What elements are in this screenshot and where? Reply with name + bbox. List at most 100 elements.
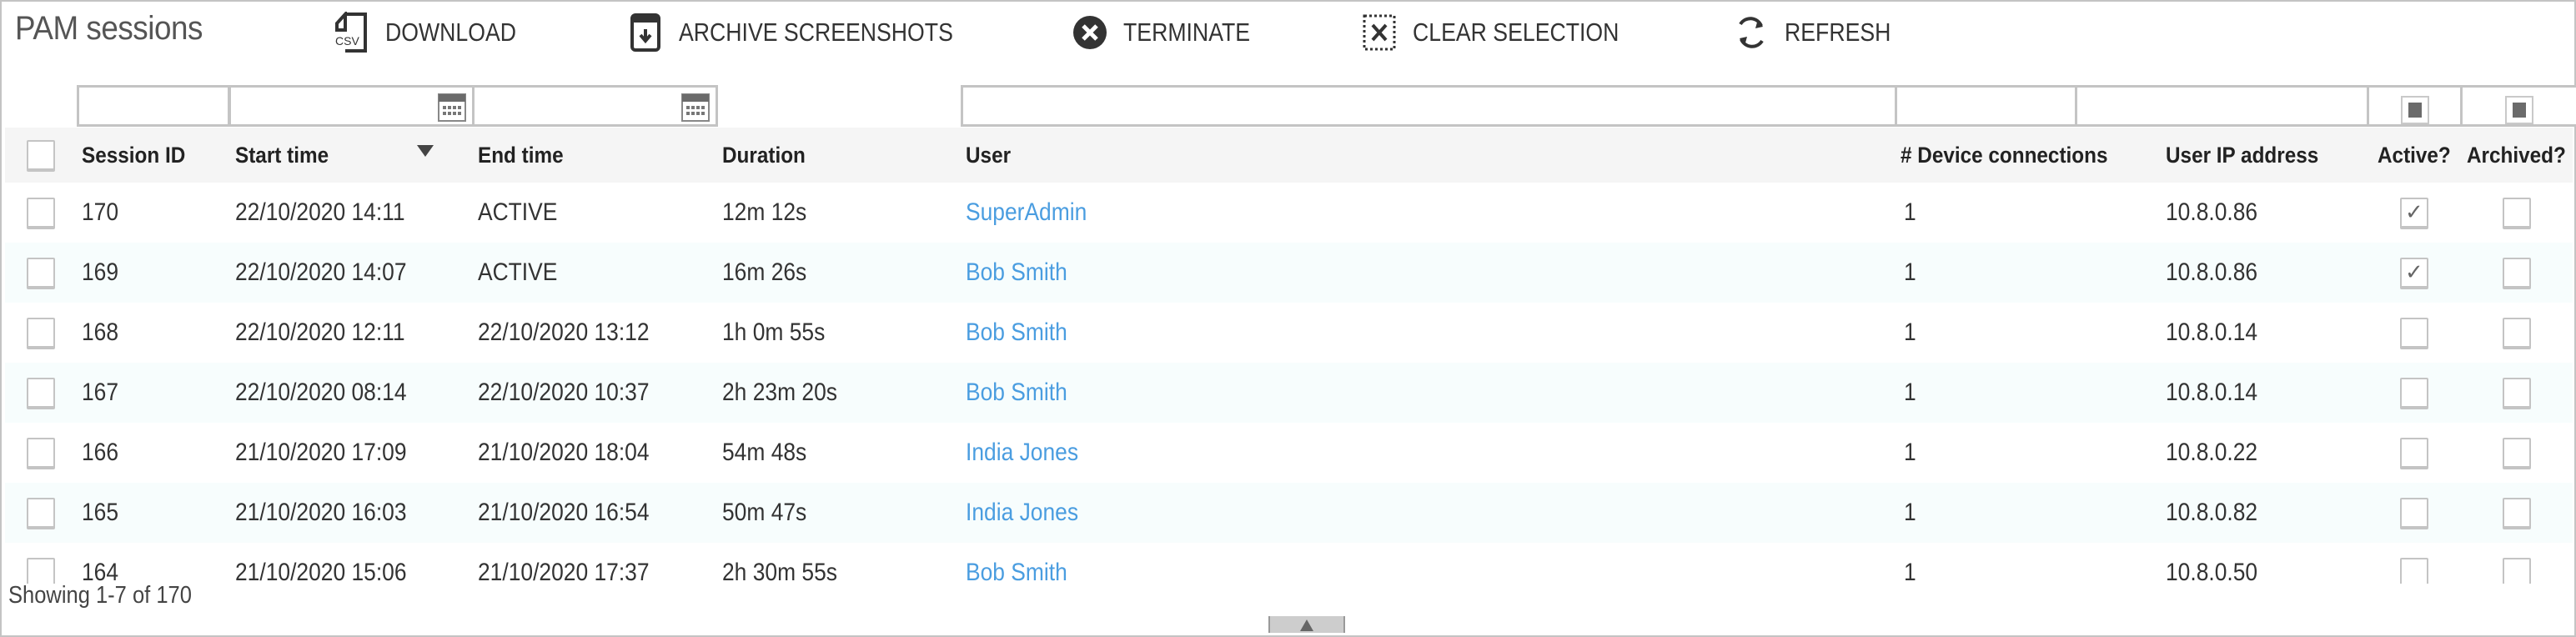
cell-end-time: ACTIVE <box>478 258 558 286</box>
filter-end-time[interactable] <box>472 85 718 127</box>
filter-start-time[interactable] <box>228 85 475 127</box>
cell-device-connections: 1 <box>1904 499 1916 526</box>
pagination-status: Showing 1-7 of 170 <box>8 582 192 609</box>
cell-duration: 54m 48s <box>722 439 807 466</box>
table-row[interactable]: 168 22/10/2020 12:11 22/10/2020 13:12 1h 0m… <box>5 303 2573 363</box>
column-header-duration[interactable]: Duration <box>722 128 806 183</box>
column-header-end-time[interactable]: End time <box>478 128 564 183</box>
filter-user-ip[interactable] <box>2075 85 2369 127</box>
column-header-session-id[interactable]: Session ID <box>82 128 185 183</box>
cell-session-id: 170 <box>82 198 119 226</box>
table-row[interactable]: 165 21/10/2020 16:03 21/10/2020 16:54 50m 4… <box>5 483 2573 543</box>
cell-device-connections: 1 <box>1904 379 1916 406</box>
filter-archived-checkbox[interactable] <box>2505 96 2533 124</box>
column-header-active[interactable]: Active? <box>2378 128 2451 183</box>
clear-selection-button[interactable]: CLEAR SELECTION <box>1361 12 1653 53</box>
cell-user-ip: 10.8.0.50 <box>2166 559 2258 584</box>
cell-start-time: 21/10/2020 17:09 <box>235 439 407 466</box>
row-select-checkbox[interactable] <box>27 438 55 469</box>
column-header-start-time[interactable]: Start time <box>235 128 329 183</box>
archived-checkbox <box>2503 438 2531 469</box>
column-header-archived[interactable]: Archived? <box>2467 128 2566 183</box>
calendar-icon[interactable] <box>437 93 467 123</box>
row-select-checkbox[interactable] <box>27 258 55 289</box>
sort-descending-icon[interactable] <box>417 145 434 157</box>
active-checkbox <box>2400 198 2428 229</box>
cell-session-id: 169 <box>82 258 119 286</box>
row-select-checkbox[interactable] <box>27 498 55 529</box>
cell-user[interactable]: Bob Smith <box>966 243 1067 303</box>
table-row[interactable]: 169 22/10/2020 14:07 ACTIVE 16m 26s Bob Smit… <box>5 243 2573 303</box>
filter-archived[interactable] <box>2460 85 2576 127</box>
cell-duration: 2h 30m 55s <box>722 559 837 584</box>
cell-start-time: 22/10/2020 14:11 <box>235 198 405 226</box>
cell-device-connections: 1 <box>1904 559 1916 584</box>
cell-session-id: 168 <box>82 318 119 346</box>
active-checkbox <box>2400 498 2428 529</box>
cell-user[interactable]: Bob Smith <box>966 303 1067 363</box>
cell-user-ip: 10.8.0.14 <box>2166 379 2258 406</box>
cell-start-time: 21/10/2020 16:03 <box>235 499 407 526</box>
column-header-user[interactable]: User <box>966 128 1011 183</box>
filter-device-connections[interactable] <box>1895 85 2077 127</box>
archived-checkbox <box>2503 318 2531 349</box>
cell-duration: 1h 0m 55s <box>722 318 826 346</box>
active-checkbox <box>2400 558 2428 584</box>
csv-file-icon: CSV <box>334 12 370 53</box>
cell-user[interactable]: SuperAdmin <box>966 183 1087 243</box>
clear-selection-label: CLEAR SELECTION <box>1413 18 1619 47</box>
active-checkbox <box>2400 438 2428 469</box>
row-select-checkbox[interactable] <box>27 558 55 584</box>
cell-duration: 2h 23m 20s <box>722 379 837 406</box>
cell-session-id: 166 <box>82 439 119 466</box>
row-select-checkbox[interactable] <box>27 198 55 229</box>
cell-user-ip: 10.8.0.14 <box>2166 318 2258 346</box>
cell-end-time: 22/10/2020 10:37 <box>478 379 650 406</box>
archive-download-icon <box>627 13 664 52</box>
filter-active-checkbox[interactable] <box>2400 96 2429 124</box>
active-checkbox <box>2400 378 2428 409</box>
terminate-button[interactable]: TERMINATE <box>1072 12 1271 53</box>
page-title: PAM sessions <box>15 10 203 47</box>
dashed-box-x-icon <box>1361 14 1398 51</box>
filter-active[interactable] <box>2367 85 2463 127</box>
filter-user[interactable] <box>961 85 1897 127</box>
expand-panel-handle[interactable] <box>1268 616 1345 633</box>
calendar-icon[interactable] <box>680 93 711 123</box>
svg-text:CSV: CSV <box>335 34 359 48</box>
cell-duration: 16m 26s <box>722 258 807 286</box>
column-header-user-ip[interactable]: User IP address <box>2166 128 2318 183</box>
download-label: DOWNLOAD <box>385 18 517 47</box>
circle-x-icon <box>1072 14 1108 51</box>
cell-end-time: ACTIVE <box>478 198 558 226</box>
cell-device-connections: 1 <box>1904 318 1916 346</box>
column-header-device-connections[interactable]: # Device connections <box>1901 128 2107 183</box>
cell-user[interactable]: Bob Smith <box>966 543 1067 584</box>
active-checkbox <box>2400 318 2428 349</box>
archive-screenshots-button[interactable]: ARCHIVE SCREENSHOTS <box>627 12 997 53</box>
download-button[interactable]: CSV DOWNLOAD <box>334 12 538 53</box>
cell-user-ip: 10.8.0.86 <box>2166 258 2258 286</box>
row-select-checkbox[interactable] <box>27 318 55 349</box>
table-body: 170 22/10/2020 14:11 ACTIVE 12m 12s SuperAdm… <box>5 183 2573 584</box>
cell-user[interactable]: India Jones <box>966 423 1078 483</box>
table-row[interactable]: 167 22/10/2020 08:14 22/10/2020 10:37 2h 23… <box>5 363 2573 423</box>
select-all-checkbox[interactable] <box>27 140 55 172</box>
cell-user-ip: 10.8.0.82 <box>2166 499 2258 526</box>
refresh-button[interactable]: REFRESH <box>1733 12 1908 53</box>
cell-duration: 50m 47s <box>722 499 807 526</box>
archive-screenshots-label: ARCHIVE SCREENSHOTS <box>679 18 953 47</box>
archived-checkbox <box>2503 198 2531 229</box>
table-row[interactable]: 170 22/10/2020 14:11 ACTIVE 12m 12s SuperAdm… <box>5 183 2573 243</box>
filter-session-id[interactable] <box>77 85 230 127</box>
cell-user[interactable]: India Jones <box>966 483 1078 543</box>
cell-start-time: 22/10/2020 14:07 <box>235 258 407 286</box>
row-select-checkbox[interactable] <box>27 378 55 409</box>
archived-checkbox <box>2503 378 2531 409</box>
cell-session-id: 167 <box>82 379 119 406</box>
table-row[interactable]: 164 21/10/2020 15:06 21/10/2020 17:37 2h 30… <box>5 543 2573 584</box>
archived-checkbox <box>2503 558 2531 584</box>
cell-user[interactable]: Bob Smith <box>966 363 1067 423</box>
cell-end-time: 22/10/2020 13:12 <box>478 318 650 346</box>
table-row[interactable]: 166 21/10/2020 17:09 21/10/2020 18:04 54m 4… <box>5 423 2573 483</box>
